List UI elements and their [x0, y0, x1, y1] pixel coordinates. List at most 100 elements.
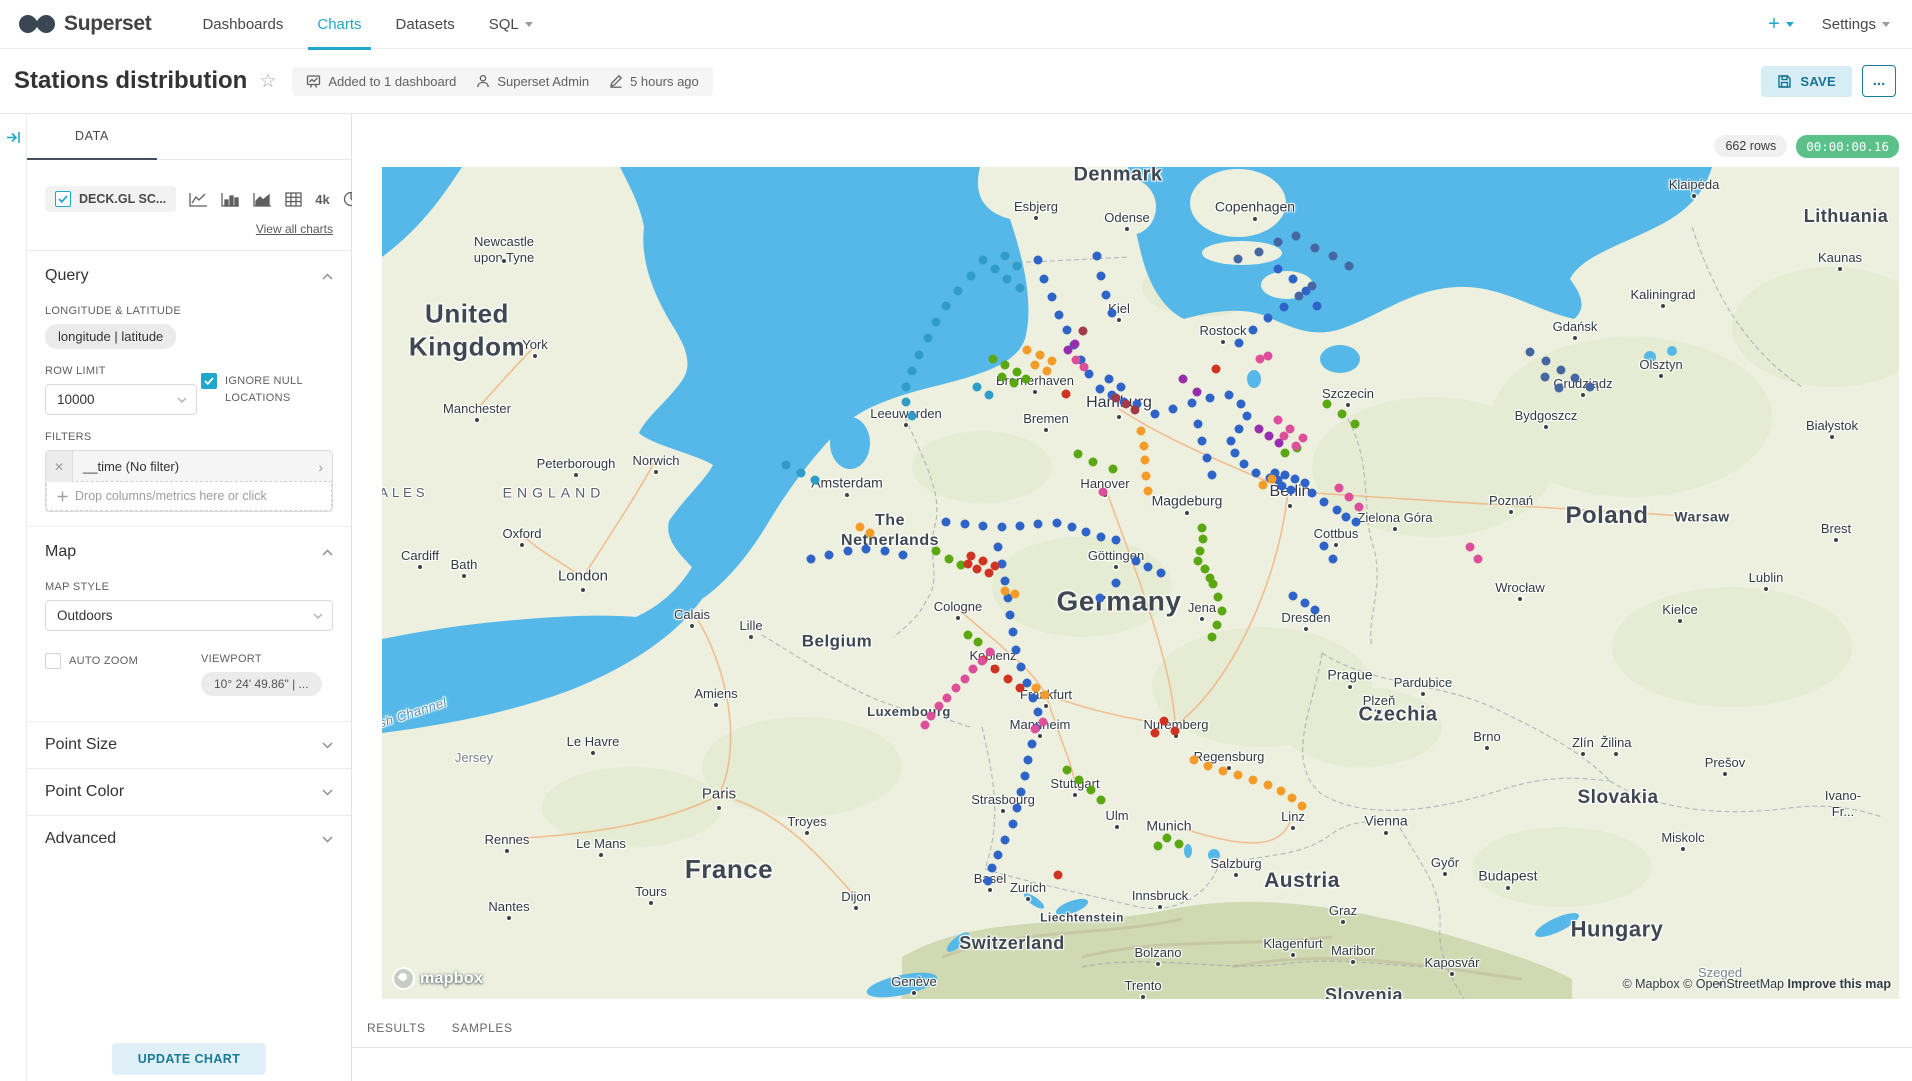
- map-data-point: [1171, 727, 1180, 736]
- line-chart-icon[interactable]: [189, 192, 208, 207]
- lon-lat-pill[interactable]: longitude | latitude: [45, 324, 176, 349]
- map-city-dot: [988, 888, 992, 892]
- big-number-chart-icon[interactable]: 4k: [315, 192, 329, 207]
- map-city-dot: [505, 849, 509, 853]
- map-data-point: [856, 523, 865, 532]
- favorite-star-icon[interactable]: ☆: [259, 70, 276, 93]
- map-data-point: [1034, 520, 1043, 529]
- chevron-down-icon: [1786, 22, 1794, 27]
- map-city-dot: [1506, 886, 1510, 890]
- map-style-select[interactable]: Outdoors: [45, 600, 333, 631]
- map-data-point: [1474, 555, 1483, 564]
- more-options-button[interactable]: ...: [1862, 65, 1896, 97]
- ignore-null-checkbox-row[interactable]: IGNORE NULL LOCATIONS: [201, 373, 333, 406]
- map-data-point: [811, 476, 820, 485]
- map-data-point: [1311, 606, 1320, 615]
- map-city-dot: [1073, 793, 1077, 797]
- checkbox-unchecked-icon: [45, 653, 61, 669]
- map-data-point: [1102, 291, 1111, 300]
- table-icon[interactable]: [285, 192, 302, 207]
- map-city-dot: [1341, 920, 1345, 924]
- owner-badge[interactable]: Superset Admin: [476, 74, 589, 89]
- mapbox-logo[interactable]: mapbox: [392, 967, 483, 990]
- map-city-dot: [1518, 597, 1522, 601]
- checkbox-checked-icon: [201, 373, 217, 389]
- map-data-point: [1036, 351, 1045, 360]
- osm-attribution-link[interactable]: © OpenStreetMap: [1683, 977, 1784, 991]
- map-data-point: [1292, 442, 1301, 451]
- tab-data[interactable]: DATA: [27, 114, 157, 160]
- map-data-point: [1031, 725, 1040, 734]
- map-city-dot: [1044, 704, 1048, 708]
- map-city-dot: [1581, 393, 1585, 397]
- map-data-point: [1016, 684, 1025, 693]
- chevron-down-icon: [322, 789, 333, 796]
- section-point-color[interactable]: Point Color: [45, 769, 333, 815]
- section-point-size[interactable]: Point Size: [45, 722, 333, 768]
- nav-item-sql[interactable]: SQL: [472, 0, 550, 49]
- map-data-point: [986, 648, 995, 657]
- update-chart-button[interactable]: UPDATE CHART: [112, 1043, 266, 1075]
- map-data-point: [1074, 450, 1083, 459]
- viz-selected-checkbox: [55, 191, 71, 207]
- nav-item-charts[interactable]: Charts: [300, 0, 378, 49]
- collapse-panel-icon[interactable]: [6, 130, 21, 145]
- last-modified[interactable]: 5 hours ago: [609, 74, 699, 89]
- save-button[interactable]: SAVE: [1761, 66, 1852, 97]
- map-data-point: [1012, 646, 1021, 655]
- dashboard-icon: [306, 74, 321, 89]
- map-data-point: [866, 529, 875, 538]
- map-data-point: [1255, 425, 1264, 434]
- improve-map-link[interactable]: Improve this map: [1788, 977, 1892, 991]
- section-map[interactable]: Map: [45, 527, 333, 565]
- map-city-dot: [1393, 527, 1397, 531]
- bar-chart-icon[interactable]: [221, 192, 240, 207]
- superset-logo[interactable]: Superset: [18, 12, 151, 36]
- map-data-point: [1295, 292, 1304, 301]
- filter-dropzone[interactable]: Drop columns/metrics here or click: [46, 481, 332, 511]
- viewport-pill[interactable]: 10° 24' 49.86" | ...: [201, 672, 322, 696]
- nav-item-datasets[interactable]: Datasets: [379, 0, 472, 49]
- map-city-dot: [1678, 619, 1682, 623]
- map-city-dot: [1304, 627, 1308, 631]
- map-data-point: [1040, 275, 1049, 284]
- new-item-button[interactable]: +: [1768, 13, 1794, 36]
- map-data-point: [1320, 542, 1329, 551]
- section-advanced[interactable]: Advanced: [45, 816, 333, 862]
- map-data-point: [1096, 385, 1105, 394]
- map-data-point: [1249, 326, 1258, 335]
- area-chart-icon[interactable]: [253, 192, 272, 207]
- viz-type-selected[interactable]: DECK.GL SC...: [45, 186, 176, 212]
- row-limit-select[interactable]: 10000: [45, 384, 197, 415]
- map-data-point: [1131, 406, 1140, 415]
- map-data-point: [1342, 513, 1351, 522]
- row-limit-label: ROW LIMIT: [45, 365, 197, 377]
- map-data-point: [1193, 388, 1202, 397]
- user-icon: [476, 74, 490, 88]
- map-data-point: [1039, 718, 1048, 727]
- map-data-point: [994, 851, 1003, 860]
- remove-filter-icon[interactable]: ✕: [46, 451, 73, 482]
- dashboards-badge[interactable]: Added to 1 dashboard: [306, 74, 456, 89]
- map-data-point: [1227, 437, 1236, 446]
- view-all-charts-link[interactable]: View all charts: [45, 222, 333, 236]
- map-data-point: [1338, 410, 1347, 419]
- map-city-dot: [1114, 565, 1118, 569]
- map-data-point: [961, 675, 970, 684]
- filter-pill[interactable]: ✕ __time (No filter) ›: [46, 451, 332, 482]
- chart-meta: Added to 1 dashboard Superset Admin 5 ho…: [292, 67, 712, 96]
- tab-results[interactable]: RESULTS: [367, 1021, 426, 1047]
- auto-zoom-checkbox-row[interactable]: AUTO ZOOM: [45, 653, 197, 670]
- map-city-dot: [1115, 825, 1119, 829]
- map-data-point: [1053, 519, 1062, 528]
- map-data-point: [1259, 481, 1268, 490]
- map-data-point: [1265, 432, 1274, 441]
- section-query[interactable]: Query: [45, 251, 333, 289]
- map-data-point: [1586, 383, 1595, 392]
- tab-samples[interactable]: SAMPLES: [452, 1021, 513, 1047]
- nav-item-dashboards[interactable]: Dashboards: [185, 0, 300, 49]
- map-canvas[interactable]: DenmarkLithuaniaUnited KingdomThe Nether…: [382, 167, 1899, 999]
- settings-menu[interactable]: Settings: [1822, 16, 1890, 33]
- mapbox-attribution-link[interactable]: © Mapbox: [1622, 977, 1679, 991]
- map-city-dot: [1377, 710, 1381, 714]
